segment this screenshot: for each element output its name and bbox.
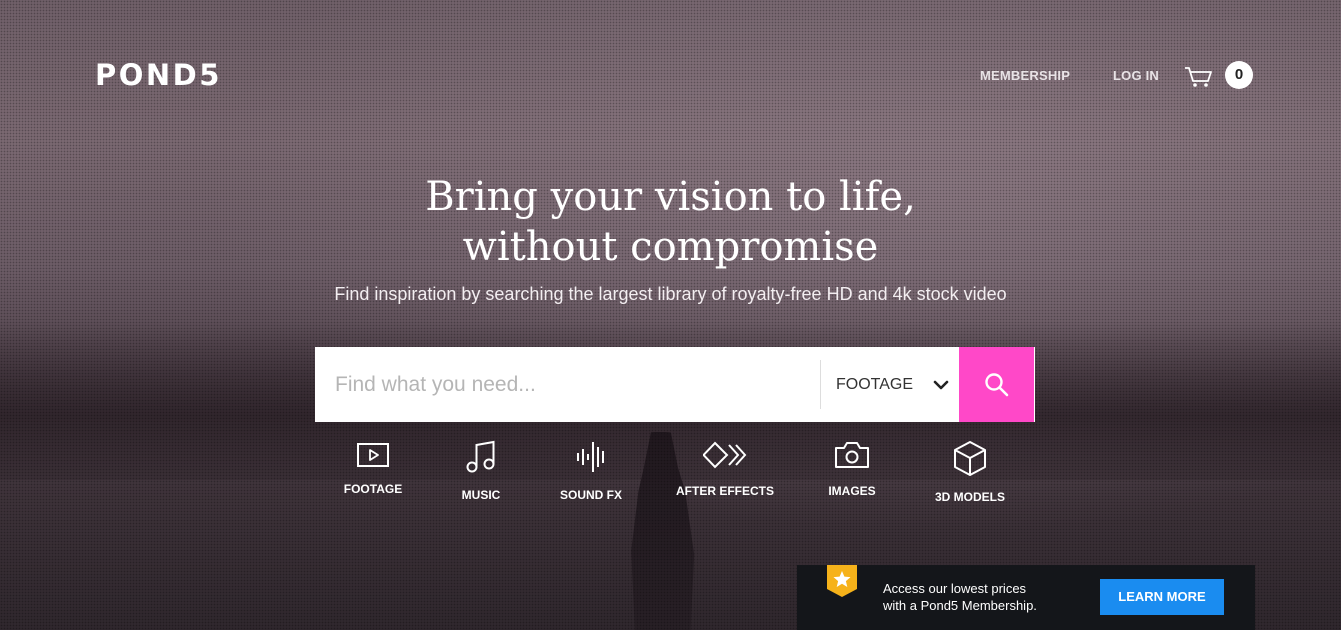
waveform-icon <box>577 442 604 472</box>
logo[interactable]: POND5 <box>95 58 222 92</box>
chevron-down-icon <box>933 380 949 389</box>
hero-headline: Bring your vision to life, without compr… <box>0 172 1341 272</box>
membership-link[interactable]: MEMBERSHIP <box>980 68 1070 83</box>
camera-icon <box>835 442 869 468</box>
category-label: FOOTAGE <box>343 482 403 496</box>
hero-dot-overlay <box>0 0 1341 630</box>
media-type-select[interactable]: FOOTAGE <box>821 347 959 422</box>
headline-line-2: without compromise <box>462 224 879 270</box>
banner-text: Access our lowest prices with a Pond5 Me… <box>883 580 1037 614</box>
after-effects-icon <box>703 441 747 469</box>
media-type-selected: FOOTAGE <box>836 375 914 393</box>
login-link[interactable]: LOG IN <box>1113 68 1159 83</box>
category-music[interactable]: MUSIC <box>421 440 541 502</box>
membership-banner: Access our lowest prices with a Pond5 Me… <box>797 565 1255 630</box>
play-icon <box>357 443 389 467</box>
banner-line-2: with a Pond5 Membership. <box>883 598 1037 613</box>
cart-icon[interactable] <box>1184 66 1212 88</box>
category-after-effects[interactable]: AFTER EFFECTS <box>665 440 785 498</box>
learn-more-button[interactable]: LEARN MORE <box>1100 579 1224 615</box>
music-note-icon <box>466 440 495 473</box>
search-icon <box>984 372 1008 396</box>
category-label: 3D MODELS <box>934 490 1005 504</box>
search-button[interactable] <box>959 347 1034 422</box>
hero-subheadline: Find inspiration by searching the larges… <box>334 284 1007 304</box>
category-footage[interactable]: FOOTAGE <box>313 440 433 496</box>
category-3d-models[interactable]: 3D MODELS <box>910 440 1030 504</box>
category-label: IMAGES <box>828 484 876 498</box>
cube-icon <box>954 441 986 476</box>
banner-line-1: Access our lowest prices <box>883 581 1027 596</box>
star-icon <box>827 565 857 597</box>
category-label: AFTER EFFECTS <box>676 484 774 498</box>
search-input[interactable] <box>315 347 820 422</box>
cart-count-badge[interactable]: 0 <box>1225 61 1253 89</box>
search-bar: FOOTAGE <box>315 347 1035 422</box>
category-label: SOUND FX <box>559 488 622 502</box>
category-sound-fx[interactable]: SOUND FX <box>531 440 651 502</box>
headline-line-1: Bring your vision to life, <box>425 174 916 220</box>
category-label: MUSIC <box>461 488 501 502</box>
category-images[interactable]: IMAGES <box>792 440 912 498</box>
